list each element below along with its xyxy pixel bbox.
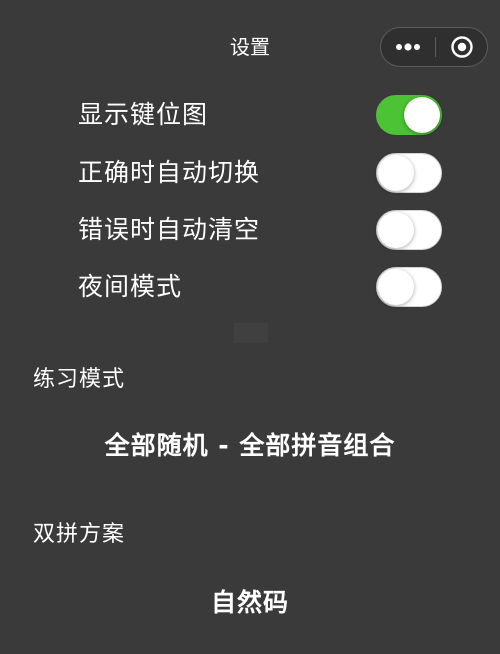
shuangpin-scheme-title: 双拼方案 — [33, 522, 126, 547]
setting-row-auto-clear: 错误时自动清空 — [0, 201, 500, 259]
setting-label: 正确时自动切换 — [78, 158, 261, 187]
switch-knob — [378, 269, 414, 305]
auto-advance-switch[interactable] — [376, 153, 442, 193]
switch-knob — [378, 155, 414, 191]
setting-row-auto-advance: 正确时自动切换 — [0, 144, 500, 202]
shuangpin-scheme-value[interactable]: 自然码 — [0, 583, 500, 619]
faint-placeholder-block — [234, 323, 268, 343]
switch-knob — [378, 212, 414, 248]
settings-screen: 设置 显示键位图 正确时自动切换 错误时自动清空 夜间模式 练习模式 全部随机 … — [0, 0, 500, 654]
mini-program-capsule — [380, 27, 488, 67]
practice-mode-title: 练习模式 — [33, 367, 126, 392]
record-circle-icon — [451, 36, 473, 58]
close-button[interactable] — [436, 28, 488, 66]
more-dots-icon — [396, 43, 420, 51]
more-button[interactable] — [381, 28, 435, 66]
setting-row-night-mode: 夜间模式 — [0, 258, 500, 316]
setting-label: 错误时自动清空 — [78, 215, 261, 244]
setting-row-show-keymap: 显示键位图 — [0, 86, 500, 144]
setting-label: 夜间模式 — [78, 272, 183, 301]
practice-mode-value[interactable]: 全部随机 - 全部拼音组合 — [0, 426, 500, 462]
auto-clear-switch[interactable] — [376, 210, 442, 250]
show-keymap-switch[interactable] — [376, 95, 442, 135]
night-mode-switch[interactable] — [376, 267, 442, 307]
setting-label: 显示键位图 — [78, 100, 209, 129]
switch-knob — [404, 97, 440, 133]
